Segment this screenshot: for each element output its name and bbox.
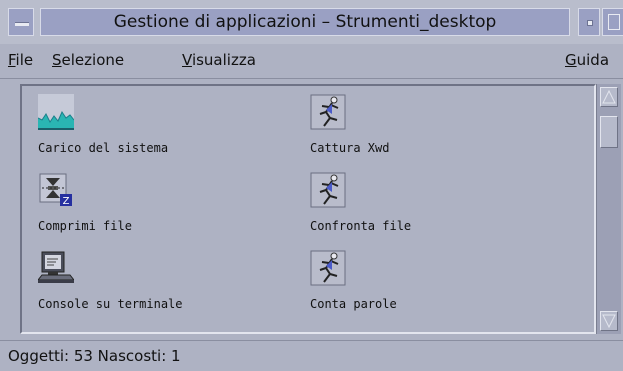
menu-file[interactable]: File	[8, 51, 33, 69]
running-man-icon	[310, 172, 346, 208]
maximize-icon	[608, 14, 620, 30]
app-manager-window: Gestione di applicazioni – Strumenti_des…	[0, 0, 623, 371]
minimize-button[interactable]	[578, 8, 600, 36]
scrollbar-thumb[interactable]	[600, 116, 618, 148]
app-item-label: Cattura Xwd	[310, 141, 390, 155]
running-man-icon	[310, 250, 346, 286]
arrow-down-icon	[602, 314, 616, 329]
maximize-button[interactable]	[602, 8, 623, 36]
status-bar: Oggetti: 53 Nascosti: 1	[0, 340, 623, 371]
compress-file-icon: Z	[39, 173, 72, 207]
window-title[interactable]: Gestione di applicazioni – Strumenti_des…	[40, 8, 570, 36]
scroll-up-button[interactable]	[600, 87, 618, 107]
vertical-scrollbar[interactable]	[596, 84, 621, 334]
app-item-label: Comprimi file	[38, 219, 132, 233]
minimize-icon	[587, 20, 593, 26]
system-load-icon	[38, 94, 74, 130]
app-item-label: Carico del sistema	[38, 141, 169, 155]
app-item-label: Confronta file	[310, 219, 412, 233]
window-menu-icon	[15, 22, 29, 26]
scroll-down-button[interactable]	[600, 311, 618, 331]
menu-guida[interactable]: Guida	[565, 51, 609, 69]
status-text: Oggetti: 53 Nascosti: 1	[8, 347, 181, 365]
menu-visualizza[interactable]: Visualizza	[182, 51, 256, 69]
menu-selezione[interactable]: Selezione	[52, 51, 124, 69]
running-man-icon	[310, 94, 346, 130]
menu-bar: File Selezione Visualizza Guida	[0, 44, 623, 79]
arrow-up-icon	[602, 89, 616, 104]
terminal-console-icon	[38, 251, 74, 283]
app-item-label: Console su terminale	[38, 297, 183, 311]
app-item-label: Conta parole	[310, 297, 397, 311]
svg-text:Z: Z	[63, 196, 70, 207]
title-bar: Gestione di applicazioni – Strumenti_des…	[0, 0, 623, 45]
icon-view-pane[interactable]: Carico del sistema Cattura Xwd Z Comprim…	[20, 84, 596, 334]
window-menu-button[interactable]	[8, 8, 34, 36]
